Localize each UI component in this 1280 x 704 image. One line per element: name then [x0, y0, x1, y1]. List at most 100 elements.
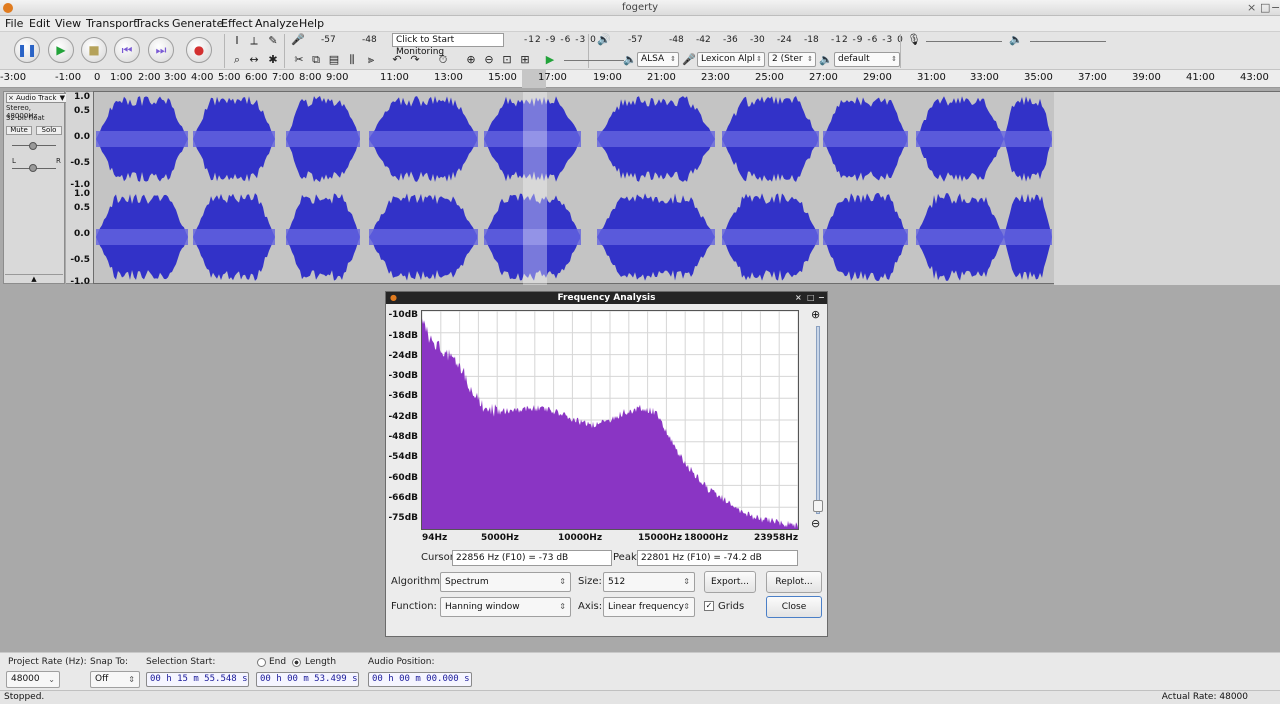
grids-checkbox[interactable]: ✓: [704, 601, 714, 611]
record-meter-icon[interactable]: 🎤: [291, 33, 305, 46]
audio-position-field[interactable]: 00 h 00 m 00.000 s: [368, 672, 472, 687]
channels-select[interactable]: 2 (Ster ⇕: [768, 52, 816, 67]
timeshift-tool-icon[interactable]: ↔: [247, 53, 261, 66]
start-monitoring-button[interactable]: Click to Start Monitoring: [392, 33, 504, 57]
stop-button[interactable]: ■: [81, 37, 107, 63]
playback-meter-icon[interactable]: 🔊: [597, 33, 611, 46]
playback-volume-slider[interactable]: [1030, 41, 1106, 42]
waveform-area[interactable]: [93, 91, 1280, 285]
replot-button[interactable]: Replot...: [766, 571, 822, 593]
ruler-tick-label: 9:00: [326, 72, 349, 83]
play-button[interactable]: ▶: [48, 37, 74, 63]
track-close-icon[interactable]: ×: [8, 94, 14, 102]
skip-start-button[interactable]: ⏮: [114, 37, 140, 63]
grids-label: Grids: [718, 601, 745, 612]
db-tick-label: -48dB: [388, 432, 418, 442]
db-range-slider-thumb[interactable]: [813, 500, 823, 512]
end-radio[interactable]: [257, 658, 266, 667]
track-name-button[interactable]: × Audio Track ▼: [6, 93, 68, 103]
amplitude-scale[interactable]: 1.0 0.5 0.0 -0.5 -1.0 1.0 0.5 0.0 -0.5 -1.0: [66, 91, 93, 287]
axis-select[interactable]: Linear frequency ⇕: [603, 597, 695, 617]
play-at-speed-icon[interactable]: ▶: [543, 53, 557, 66]
rec-meter-tick: -48: [362, 35, 377, 45]
menu-analyze[interactable]: Analyze: [255, 17, 298, 30]
audio-host-select[interactable]: ALSA ⇕: [637, 52, 679, 67]
menu-file[interactable]: File: [5, 17, 23, 30]
project-rate-select[interactable]: 48000 ⌄: [6, 671, 60, 688]
track-menu-icon[interactable]: ▼: [60, 94, 65, 102]
zoom-tool-icon[interactable]: ⌕: [230, 53, 244, 67]
envelope-tool-icon[interactable]: ⟂: [247, 34, 261, 48]
dialog-maximize-icon[interactable]: □: [807, 292, 815, 304]
zoom-in-icon[interactable]: ⊕: [811, 308, 820, 321]
dialog-minimize-icon[interactable]: −: [818, 292, 825, 304]
copy-icon[interactable]: ⧉: [309, 53, 323, 67]
collapse-track-icon[interactable]: ▲: [5, 274, 63, 283]
solo-button[interactable]: Solo: [36, 126, 62, 135]
export-button[interactable]: Export...: [704, 571, 756, 593]
dialog-close-icon[interactable]: ×: [795, 292, 802, 304]
close-button[interactable]: Close: [766, 596, 822, 618]
pause-button[interactable]: ❚❚: [14, 37, 40, 63]
paste-icon[interactable]: ▤: [327, 53, 341, 66]
waveform-rms: [722, 131, 819, 147]
draw-tool-icon[interactable]: ✎: [266, 34, 280, 47]
selection-tool-icon[interactable]: I: [230, 34, 244, 47]
snap-to-label: Snap To:: [90, 657, 129, 667]
window-function-select[interactable]: Hanning window ⇕: [440, 597, 571, 617]
ruler-tick-label: 19:00: [593, 72, 622, 83]
multi-tool-icon[interactable]: ✱: [266, 53, 280, 66]
menu-edit[interactable]: Edit: [29, 17, 50, 30]
waveform-rms: [597, 229, 715, 245]
menu-effect[interactable]: Effect: [221, 17, 253, 30]
maximize-icon[interactable]: □: [1260, 1, 1270, 14]
stereo-waveform[interactable]: [94, 92, 1280, 285]
skip-end-button[interactable]: ⏭: [148, 37, 174, 63]
redo-icon[interactable]: ↷: [408, 53, 422, 66]
recording-volume-slider[interactable]: [926, 41, 1002, 42]
menu-generate[interactable]: Generate: [172, 17, 223, 30]
length-radio[interactable]: [292, 658, 301, 667]
db-tick-label: -10dB: [388, 310, 418, 320]
silence-icon[interactable]: ⫸: [364, 53, 378, 67]
selection-start-field[interactable]: 00 h 15 m 55.548 s: [146, 672, 249, 687]
playback-device-select[interactable]: default ⇕: [834, 52, 900, 67]
ruler-tick-label: 2:00: [138, 72, 161, 83]
menu-help[interactable]: Help: [299, 17, 324, 30]
sync-lock-icon[interactable]: ⏱: [436, 53, 450, 67]
pan-slider-thumb[interactable]: [29, 164, 37, 172]
menu-transport[interactable]: Transport: [86, 17, 138, 30]
play-meter-tick: -36: [723, 35, 738, 45]
amplitude-tick: -1.0: [70, 277, 90, 287]
selection-length-field[interactable]: 00 h 00 m 53.499 s: [256, 672, 359, 687]
menu-view[interactable]: View: [55, 17, 81, 30]
zoom-out-icon[interactable]: ⊖: [811, 517, 820, 530]
size-select[interactable]: 512 ⇕: [603, 572, 695, 592]
timeline-ruler[interactable]: -3:00 -1:00 0 1:00 2:00 3:00 4:00 5:00 6:00 7:00 8…: [0, 70, 1280, 88]
zoom-in-icon[interactable]: ⊕: [464, 53, 478, 66]
snap-to-select[interactable]: Off ⇕: [90, 671, 140, 688]
menu-tracks[interactable]: Tracks: [135, 17, 170, 30]
spectrum-plot[interactable]: [421, 310, 799, 530]
close-window-icon[interactable]: −: [1271, 1, 1280, 14]
menu-bar: File Edit View Transport Tracks Generate…: [0, 16, 1280, 32]
fit-project-icon[interactable]: ⊞: [518, 53, 532, 66]
undo-icon[interactable]: ↶: [390, 53, 404, 66]
record-button[interactable]: ●: [186, 37, 212, 63]
play-speed-slider[interactable]: [564, 60, 624, 61]
minimize-icon[interactable]: ×: [1247, 1, 1256, 14]
waveform-rms: [96, 131, 188, 147]
gain-slider-thumb[interactable]: [29, 142, 37, 150]
play-meter-tick: -24: [777, 35, 792, 45]
zoom-out-icon[interactable]: ⊖: [482, 53, 496, 66]
chevron-down-icon: ⇕: [756, 55, 762, 63]
fit-selection-icon[interactable]: ⊡: [500, 53, 514, 66]
trim-icon[interactable]: ⫼: [345, 53, 359, 67]
algorithm-select[interactable]: Spectrum ⇕: [440, 572, 571, 592]
cut-icon[interactable]: ✂: [292, 53, 306, 66]
time-selection-highlight[interactable]: [523, 92, 547, 285]
ruler-tick-label: -3:00: [0, 72, 27, 83]
db-range-slider[interactable]: [816, 326, 820, 514]
mute-button[interactable]: Mute: [6, 126, 32, 135]
recording-device-select[interactable]: Lexicon Alpl ⇕: [697, 52, 765, 67]
